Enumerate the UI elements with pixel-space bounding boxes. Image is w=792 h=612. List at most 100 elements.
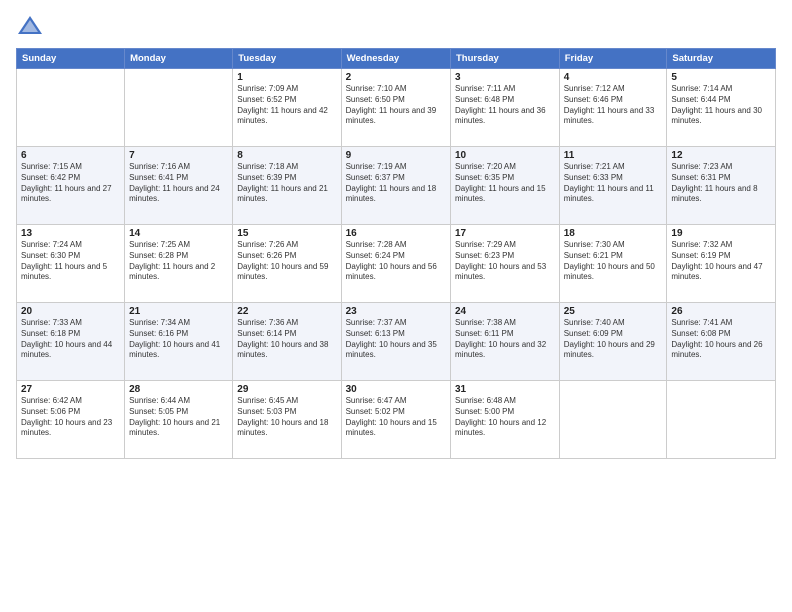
page: SundayMondayTuesdayWednesdayThursdayFrid… bbox=[0, 0, 792, 612]
day-header-saturday: Saturday bbox=[667, 49, 776, 69]
calendar-cell: 12Sunrise: 7:23 AMSunset: 6:31 PMDayligh… bbox=[667, 147, 776, 225]
day-number: 5 bbox=[671, 72, 771, 83]
day-info: Sunrise: 7:34 AMSunset: 6:16 PMDaylight:… bbox=[129, 318, 228, 361]
day-info: Sunrise: 7:20 AMSunset: 6:35 PMDaylight:… bbox=[455, 162, 555, 205]
day-header-friday: Friday bbox=[559, 49, 667, 69]
calendar-cell: 27Sunrise: 6:42 AMSunset: 5:06 PMDayligh… bbox=[17, 381, 125, 459]
day-info: Sunrise: 7:41 AMSunset: 6:08 PMDaylight:… bbox=[671, 318, 771, 361]
day-number: 13 bbox=[21, 228, 120, 239]
day-number: 9 bbox=[346, 150, 446, 161]
day-info: Sunrise: 7:11 AMSunset: 6:48 PMDaylight:… bbox=[455, 84, 555, 127]
day-info: Sunrise: 7:23 AMSunset: 6:31 PMDaylight:… bbox=[671, 162, 771, 205]
calendar-cell: 25Sunrise: 7:40 AMSunset: 6:09 PMDayligh… bbox=[559, 303, 667, 381]
day-number: 23 bbox=[346, 306, 446, 317]
day-info: Sunrise: 7:38 AMSunset: 6:11 PMDaylight:… bbox=[455, 318, 555, 361]
calendar-cell: 10Sunrise: 7:20 AMSunset: 6:35 PMDayligh… bbox=[451, 147, 560, 225]
calendar-cell: 29Sunrise: 6:45 AMSunset: 5:03 PMDayligh… bbox=[233, 381, 341, 459]
day-number: 26 bbox=[671, 306, 771, 317]
logo bbox=[16, 12, 48, 40]
day-info: Sunrise: 6:44 AMSunset: 5:05 PMDaylight:… bbox=[129, 396, 228, 439]
logo-icon bbox=[16, 12, 44, 40]
day-number: 22 bbox=[237, 306, 336, 317]
day-header-tuesday: Tuesday bbox=[233, 49, 341, 69]
calendar-cell bbox=[125, 69, 233, 147]
day-info: Sunrise: 7:15 AMSunset: 6:42 PMDaylight:… bbox=[21, 162, 120, 205]
day-info: Sunrise: 7:37 AMSunset: 6:13 PMDaylight:… bbox=[346, 318, 446, 361]
week-row-3: 13Sunrise: 7:24 AMSunset: 6:30 PMDayligh… bbox=[17, 225, 776, 303]
day-number: 16 bbox=[346, 228, 446, 239]
day-number: 20 bbox=[21, 306, 120, 317]
calendar-cell: 3Sunrise: 7:11 AMSunset: 6:48 PMDaylight… bbox=[451, 69, 560, 147]
day-info: Sunrise: 7:14 AMSunset: 6:44 PMDaylight:… bbox=[671, 84, 771, 127]
day-info: Sunrise: 6:48 AMSunset: 5:00 PMDaylight:… bbox=[455, 396, 555, 439]
calendar-cell: 20Sunrise: 7:33 AMSunset: 6:18 PMDayligh… bbox=[17, 303, 125, 381]
day-info: Sunrise: 7:30 AMSunset: 6:21 PMDaylight:… bbox=[564, 240, 663, 283]
day-number: 30 bbox=[346, 384, 446, 395]
day-info: Sunrise: 7:26 AMSunset: 6:26 PMDaylight:… bbox=[237, 240, 336, 283]
calendar-cell: 26Sunrise: 7:41 AMSunset: 6:08 PMDayligh… bbox=[667, 303, 776, 381]
day-number: 11 bbox=[564, 150, 663, 161]
day-number: 27 bbox=[21, 384, 120, 395]
week-row-4: 20Sunrise: 7:33 AMSunset: 6:18 PMDayligh… bbox=[17, 303, 776, 381]
week-row-1: 1Sunrise: 7:09 AMSunset: 6:52 PMDaylight… bbox=[17, 69, 776, 147]
day-info: Sunrise: 7:33 AMSunset: 6:18 PMDaylight:… bbox=[21, 318, 120, 361]
day-info: Sunrise: 7:21 AMSunset: 6:33 PMDaylight:… bbox=[564, 162, 663, 205]
calendar-cell bbox=[667, 381, 776, 459]
day-info: Sunrise: 7:28 AMSunset: 6:24 PMDaylight:… bbox=[346, 240, 446, 283]
calendar-cell: 24Sunrise: 7:38 AMSunset: 6:11 PMDayligh… bbox=[451, 303, 560, 381]
calendar-cell: 13Sunrise: 7:24 AMSunset: 6:30 PMDayligh… bbox=[17, 225, 125, 303]
calendar-cell: 28Sunrise: 6:44 AMSunset: 5:05 PMDayligh… bbox=[125, 381, 233, 459]
day-number: 29 bbox=[237, 384, 336, 395]
day-number: 1 bbox=[237, 72, 336, 83]
day-info: Sunrise: 7:36 AMSunset: 6:14 PMDaylight:… bbox=[237, 318, 336, 361]
calendar-cell bbox=[559, 381, 667, 459]
day-number: 21 bbox=[129, 306, 228, 317]
day-info: Sunrise: 6:45 AMSunset: 5:03 PMDaylight:… bbox=[237, 396, 336, 439]
day-info: Sunrise: 7:16 AMSunset: 6:41 PMDaylight:… bbox=[129, 162, 228, 205]
calendar-cell: 9Sunrise: 7:19 AMSunset: 6:37 PMDaylight… bbox=[341, 147, 450, 225]
calendar-cell: 5Sunrise: 7:14 AMSunset: 6:44 PMDaylight… bbox=[667, 69, 776, 147]
day-number: 24 bbox=[455, 306, 555, 317]
calendar-cell: 14Sunrise: 7:25 AMSunset: 6:28 PMDayligh… bbox=[125, 225, 233, 303]
header bbox=[16, 12, 776, 40]
day-number: 28 bbox=[129, 384, 228, 395]
day-number: 19 bbox=[671, 228, 771, 239]
day-info: Sunrise: 7:19 AMSunset: 6:37 PMDaylight:… bbox=[346, 162, 446, 205]
day-number: 4 bbox=[564, 72, 663, 83]
week-row-5: 27Sunrise: 6:42 AMSunset: 5:06 PMDayligh… bbox=[17, 381, 776, 459]
calendar-cell: 16Sunrise: 7:28 AMSunset: 6:24 PMDayligh… bbox=[341, 225, 450, 303]
calendar-body: 1Sunrise: 7:09 AMSunset: 6:52 PMDaylight… bbox=[17, 69, 776, 459]
week-row-2: 6Sunrise: 7:15 AMSunset: 6:42 PMDaylight… bbox=[17, 147, 776, 225]
day-number: 12 bbox=[671, 150, 771, 161]
calendar-cell: 31Sunrise: 6:48 AMSunset: 5:00 PMDayligh… bbox=[451, 381, 560, 459]
day-info: Sunrise: 7:25 AMSunset: 6:28 PMDaylight:… bbox=[129, 240, 228, 283]
calendar-cell: 18Sunrise: 7:30 AMSunset: 6:21 PMDayligh… bbox=[559, 225, 667, 303]
calendar-cell: 7Sunrise: 7:16 AMSunset: 6:41 PMDaylight… bbox=[125, 147, 233, 225]
day-number: 7 bbox=[129, 150, 228, 161]
calendar-cell: 1Sunrise: 7:09 AMSunset: 6:52 PMDaylight… bbox=[233, 69, 341, 147]
calendar-cell: 8Sunrise: 7:18 AMSunset: 6:39 PMDaylight… bbox=[233, 147, 341, 225]
calendar-cell: 4Sunrise: 7:12 AMSunset: 6:46 PMDaylight… bbox=[559, 69, 667, 147]
calendar-cell: 15Sunrise: 7:26 AMSunset: 6:26 PMDayligh… bbox=[233, 225, 341, 303]
calendar-cell: 30Sunrise: 6:47 AMSunset: 5:02 PMDayligh… bbox=[341, 381, 450, 459]
day-number: 6 bbox=[21, 150, 120, 161]
calendar-cell: 19Sunrise: 7:32 AMSunset: 6:19 PMDayligh… bbox=[667, 225, 776, 303]
day-header-sunday: Sunday bbox=[17, 49, 125, 69]
calendar-cell: 23Sunrise: 7:37 AMSunset: 6:13 PMDayligh… bbox=[341, 303, 450, 381]
day-info: Sunrise: 7:18 AMSunset: 6:39 PMDaylight:… bbox=[237, 162, 336, 205]
day-number: 18 bbox=[564, 228, 663, 239]
calendar-cell: 17Sunrise: 7:29 AMSunset: 6:23 PMDayligh… bbox=[451, 225, 560, 303]
day-info: Sunrise: 7:09 AMSunset: 6:52 PMDaylight:… bbox=[237, 84, 336, 127]
calendar-cell: 2Sunrise: 7:10 AMSunset: 6:50 PMDaylight… bbox=[341, 69, 450, 147]
day-info: Sunrise: 6:42 AMSunset: 5:06 PMDaylight:… bbox=[21, 396, 120, 439]
day-header-wednesday: Wednesday bbox=[341, 49, 450, 69]
day-number: 14 bbox=[129, 228, 228, 239]
day-number: 31 bbox=[455, 384, 555, 395]
calendar-cell bbox=[17, 69, 125, 147]
day-info: Sunrise: 7:32 AMSunset: 6:19 PMDaylight:… bbox=[671, 240, 771, 283]
day-info: Sunrise: 7:24 AMSunset: 6:30 PMDaylight:… bbox=[21, 240, 120, 283]
calendar-cell: 22Sunrise: 7:36 AMSunset: 6:14 PMDayligh… bbox=[233, 303, 341, 381]
day-info: Sunrise: 6:47 AMSunset: 5:02 PMDaylight:… bbox=[346, 396, 446, 439]
calendar-cell: 21Sunrise: 7:34 AMSunset: 6:16 PMDayligh… bbox=[125, 303, 233, 381]
day-number: 10 bbox=[455, 150, 555, 161]
